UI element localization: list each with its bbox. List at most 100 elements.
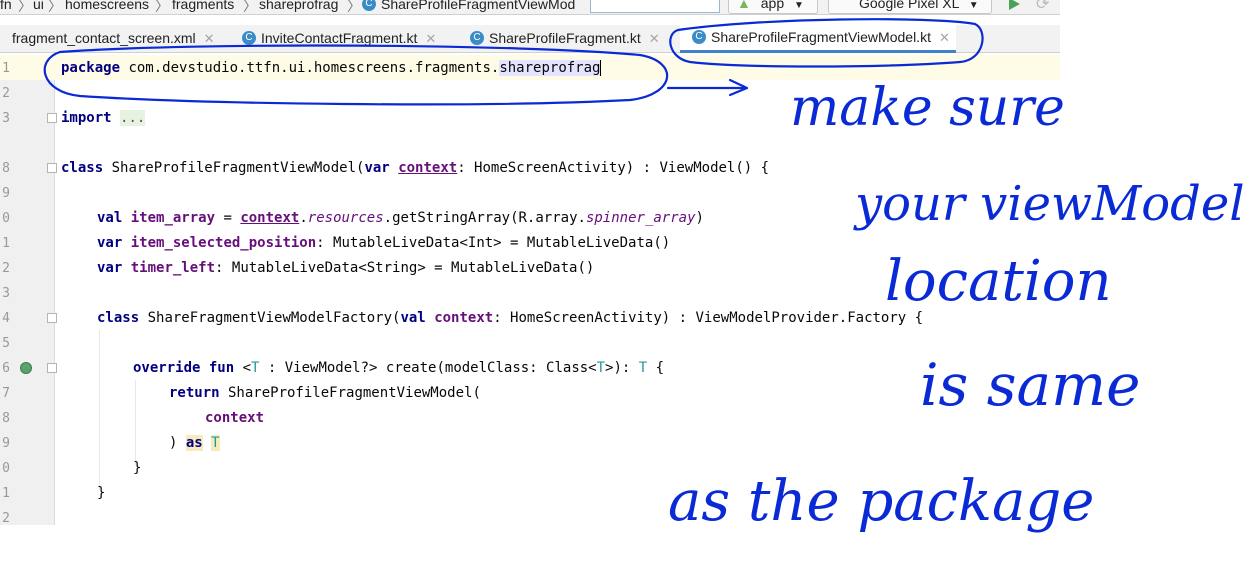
breadcrumb-separator: 〉 xyxy=(48,0,62,14)
breadcrumb-separator: 〉 xyxy=(18,0,32,14)
property: context xyxy=(434,310,494,326)
code-text: .getStringArray(R.array. xyxy=(383,210,586,226)
fold-marker-icon[interactable] xyxy=(47,313,57,323)
line-number: 2 xyxy=(2,511,10,526)
run-icon[interactable] xyxy=(1009,0,1020,10)
indent-guide xyxy=(135,380,136,465)
breadcrumb-item-homescreens[interactable]: homescreens xyxy=(65,0,149,12)
code-text: } xyxy=(97,485,106,501)
tab-invite-contact-fragment[interactable]: C InviteContactFragment.kt ✕ xyxy=(242,25,436,52)
tab-share-profile-fragment-view-model[interactable]: C ShareProfileFragmentViewModel.kt ✕ xyxy=(680,25,956,53)
code-line-package: package com.devstudio.ttfn.ui.homescreen… xyxy=(61,60,602,76)
editor-tab-bar: fragment_contact_screen.xml ✕ C InviteCont… xyxy=(0,25,1060,53)
line-number: 9 xyxy=(2,186,10,201)
code-text: >): xyxy=(605,360,639,376)
code-text: ShareProfileFragmentViewModel( xyxy=(219,385,481,401)
property: context xyxy=(205,410,265,426)
code-text: : MutableLiveData<String> = MutableLiveD… xyxy=(215,260,595,276)
keyword: as xyxy=(185,435,203,451)
package-last-segment: shareprofrag xyxy=(499,60,601,76)
kotlin-class-icon: C xyxy=(362,0,376,12)
indent-guide xyxy=(99,330,100,490)
property: context xyxy=(398,160,458,176)
code-line-cast: ) as T xyxy=(169,435,220,451)
breadcrumb-item-file[interactable]: C ShareProfileFragmentViewMod xyxy=(362,0,575,12)
breadcrumb-file-label: ShareProfileFragmentViewMod xyxy=(381,0,576,12)
tab-label: ShareProfileFragmentViewModel.kt xyxy=(711,29,931,45)
dropdown-arrow-icon: ▼ xyxy=(794,0,804,11)
tab-label: fragment_contact_screen.xml xyxy=(12,30,196,46)
code-text: : MutableLiveData<Int> = MutableLiveData… xyxy=(316,235,671,251)
navigation-bar: fn 〉 ui 〉 homescreens 〉 fragments 〉 shar… xyxy=(0,0,1060,15)
code-text: } xyxy=(133,460,142,476)
line-number: 3 xyxy=(2,111,10,126)
close-icon[interactable]: ✕ xyxy=(425,31,436,46)
code-line-override-create: override fun < T : ViewModel?> create(mod… xyxy=(133,360,664,376)
class-name: ShareFragmentViewModelFactory( xyxy=(139,310,401,326)
close-icon[interactable]: ✕ xyxy=(939,30,950,45)
property: spinner_array xyxy=(585,210,696,226)
breadcrumb-item-ui[interactable]: ui xyxy=(33,0,44,12)
keyword: return xyxy=(169,385,220,401)
fold-marker-icon[interactable] xyxy=(47,113,57,123)
code-line-return: return ShareProfileFragmentViewModel( xyxy=(169,385,481,401)
type-parameter: T xyxy=(211,435,220,451)
breadcrumb-separator: 〉 xyxy=(347,0,361,14)
type-parameter: T xyxy=(638,360,648,376)
code-line-close-brace: } xyxy=(97,485,105,501)
code-line-factory-class: class ShareFragmentViewModelFactory(val … xyxy=(97,310,923,326)
breadcrumb-item-fragments[interactable]: fragments xyxy=(172,0,234,12)
run-configuration-selector[interactable]: ▲ app ▼ xyxy=(728,0,818,14)
class-name: ShareProfileFragmentViewModel( xyxy=(103,160,365,176)
fold-marker-icon[interactable] xyxy=(47,163,57,173)
breadcrumb-item-shareprofrag[interactable]: shareprofrag xyxy=(259,0,338,12)
code-line-item-array: val item_array = context.resources.getSt… xyxy=(97,210,704,226)
apply-changes-icon[interactable]: ⟳ xyxy=(1036,0,1049,14)
tab-share-profile-fragment[interactable]: C ShareProfileFragment.kt ✕ xyxy=(470,25,660,52)
tab-fragment-contact-screen[interactable]: fragment_contact_screen.xml ✕ xyxy=(0,25,215,52)
line-number: 3 xyxy=(2,286,10,301)
override-marker-icon[interactable] xyxy=(20,362,32,374)
code-text: { xyxy=(647,360,665,376)
line-number: 1 xyxy=(2,486,10,501)
close-icon[interactable]: ✕ xyxy=(204,31,215,46)
folded-imports[interactable]: ... xyxy=(120,110,146,126)
breadcrumb-item-project[interactable]: fn xyxy=(0,0,12,12)
type-parameter: T xyxy=(596,360,606,376)
code-line-close-brace: } xyxy=(133,460,141,476)
line-number: 4 xyxy=(2,311,10,326)
code-text: ) xyxy=(695,210,704,226)
line-number: 9 xyxy=(2,436,10,451)
device-label: Google Pixel XL xyxy=(859,0,959,11)
code-text: < xyxy=(234,360,252,376)
line-number: 1 xyxy=(2,236,10,251)
line-number: 0 xyxy=(2,211,10,226)
property: item_selected_position xyxy=(130,235,317,251)
line-number: 8 xyxy=(2,161,10,176)
keyword: override fun xyxy=(133,360,235,376)
fold-marker-icon[interactable] xyxy=(47,363,57,373)
code-line-context-arg: context xyxy=(205,410,264,426)
package-path: com.devstudio.ttfn.ui.homescreens.fragme… xyxy=(120,60,500,76)
line-number: 5 xyxy=(2,336,10,351)
close-icon[interactable]: ✕ xyxy=(649,31,660,46)
keyword: val xyxy=(400,310,426,326)
kotlin-class-icon: C xyxy=(692,30,706,45)
code-text: : HomeScreenActivity) : ViewModelProvide… xyxy=(493,310,924,326)
device-selector[interactable]: Google Pixel XL ▼ xyxy=(828,0,992,14)
code-line-timer-left: var timer_left: MutableLiveData<String> … xyxy=(97,260,594,276)
line-number: 2 xyxy=(2,261,10,276)
text-caret xyxy=(600,60,602,76)
code-line-import: import ... xyxy=(61,110,146,126)
line-number: 1 xyxy=(2,61,10,76)
code-text: ) xyxy=(169,435,186,451)
keyword: var xyxy=(97,260,123,276)
code-text: . xyxy=(299,210,308,226)
dropdown-arrow-icon: ▼ xyxy=(968,0,979,11)
code-editor[interactable] xyxy=(55,55,1060,525)
navigation-search-field[interactable] xyxy=(590,0,720,13)
line-number: 7 xyxy=(2,386,10,401)
breadcrumb-separator: 〉 xyxy=(243,0,257,14)
keyword: class xyxy=(97,310,140,326)
kotlin-class-icon: C xyxy=(242,31,256,46)
